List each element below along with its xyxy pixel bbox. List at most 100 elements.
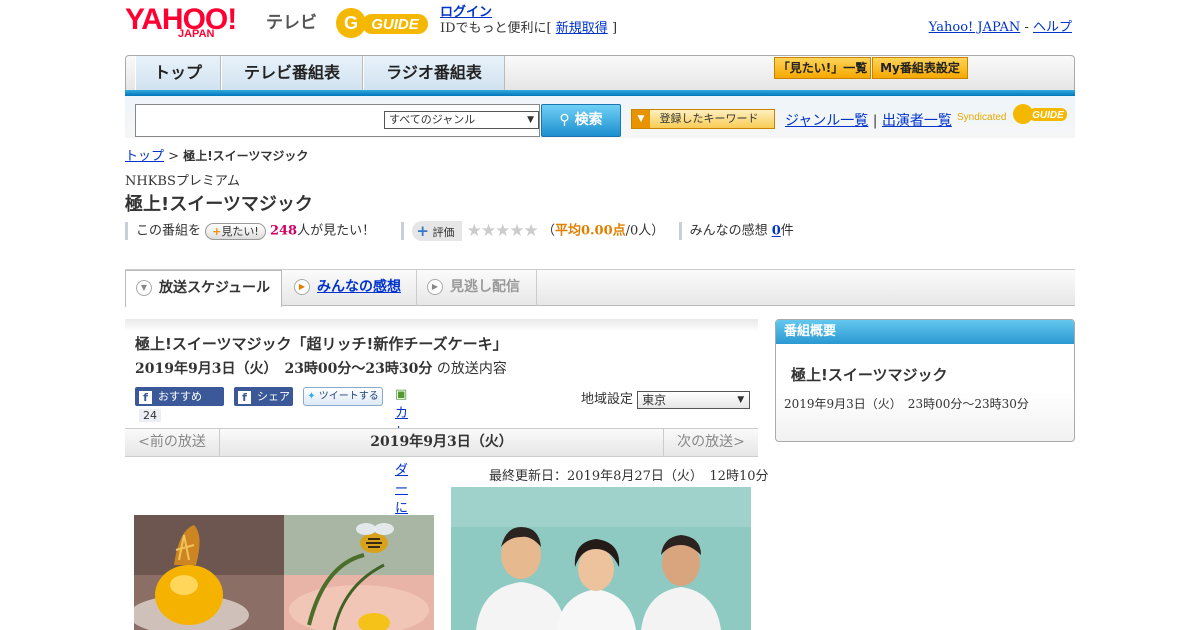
next-broadcast-button[interactable]: 次の放送> xyxy=(663,429,758,456)
facebook-share-label: シェア xyxy=(257,390,290,403)
station-name: NHKBSプレミアム xyxy=(125,174,240,189)
facebook-count: 24 xyxy=(139,409,161,422)
nav-tab-tv-schedule[interactable]: テレビ番組表 xyxy=(221,56,363,92)
top-links-separator: - xyxy=(1024,20,1029,35)
yahoo-japan-logo-sub: JAPAN xyxy=(178,28,215,40)
plus-icon: + xyxy=(416,222,429,240)
prev-broadcast-button[interactable]: <前の放送 xyxy=(125,429,220,456)
impressions-count-link[interactable]: 0 xyxy=(772,224,781,239)
links-divider: | xyxy=(872,113,878,129)
region-value: 東京 xyxy=(642,392,667,407)
tab-impressions-link[interactable]: みんなの感想 xyxy=(317,279,401,295)
login-promo-text: IDでもっと便利に[ xyxy=(440,21,552,36)
facebook-icon: f xyxy=(139,391,152,404)
episode-datetime-suffix: の放送内容 xyxy=(436,361,507,377)
my-schedule-settings-button[interactable]: My番組表設定 xyxy=(872,57,968,79)
hosts-photo xyxy=(451,487,751,630)
broadcast-date: 2019年9月3日（火） xyxy=(370,434,513,450)
search-icon: ⚲ xyxy=(559,112,570,128)
tab-schedule-label: 放送スケジュール xyxy=(159,280,271,296)
genre-list-link[interactable]: ジャンル一覧 xyxy=(785,113,868,129)
region-label: 地域設定 xyxy=(581,392,634,407)
syndicated-label: Syndicated xyxy=(957,112,1007,123)
last-updated: 最終更新日：2019年8月27日（火） 12時10分 xyxy=(489,469,769,484)
signup-link[interactable]: 新規取得 xyxy=(556,21,608,36)
summary-header: 番組概要 xyxy=(776,320,1074,344)
program-summary-box: 番組概要 極上!スイーツマジック 2019年9月3日（火） 23時00分～23時… xyxy=(775,319,1075,442)
help-link[interactable]: ヘルプ xyxy=(1033,20,1072,35)
svg-text:GUIDE: GUIDE xyxy=(1032,110,1064,121)
tab-schedule[interactable]: ▼ 放送スケジュール xyxy=(125,270,282,307)
play-icon: ▶ xyxy=(294,279,310,295)
dropdown-triangle-icon: ▼ xyxy=(632,110,650,128)
chevron-down-icon: ▼ xyxy=(527,115,534,125)
plus-icon: + xyxy=(212,224,222,238)
region-setting: 地域設定 東京 ▼ xyxy=(581,388,751,409)
episode-datetime-row: 2019年9月3日（火） 23時00分～23時30分 の放送内容 xyxy=(135,358,507,378)
tv-logo-label[interactable]: テレビ xyxy=(266,8,317,33)
tweet-label: ツイートする xyxy=(318,391,379,402)
mitai-list-button[interactable]: 「見たい!」一覧 xyxy=(774,57,871,79)
svg-text:G: G xyxy=(344,13,358,33)
tweet-button[interactable]: ✦ ツイートする xyxy=(303,387,383,406)
region-select[interactable]: 東京 ▼ xyxy=(637,390,751,409)
nav-tab-radio-schedule[interactable]: ラジオ番組表 xyxy=(363,56,505,92)
impressions-suffix: 件 xyxy=(780,223,794,239)
mitai-suffix: 人が見たい！ xyxy=(297,223,376,239)
summary-time: 2019年9月3日（火） 23時00分～23時30分 xyxy=(784,397,1029,411)
breadcrumb-separator: > xyxy=(168,149,180,164)
breadcrumb: トップ > 極上!スイーツマジック xyxy=(125,145,308,164)
gguide-text: GUIDE xyxy=(371,16,420,33)
chevron-down-icon: ▼ xyxy=(737,394,745,405)
rate-button[interactable]: + 評価 xyxy=(412,221,463,241)
sweets-photo xyxy=(134,515,434,630)
nav-tab-top[interactable]: トップ xyxy=(135,56,221,92)
facebook-recommend-button[interactable]: f おすすめ 24 xyxy=(135,387,224,422)
genre-select-value: すべてのジャンル xyxy=(389,113,476,126)
facebook-recommend-label: おすすめ xyxy=(158,390,202,403)
summary-title: 極上!スイーツマジック xyxy=(791,366,948,384)
calendar-plus-icon: ▣ xyxy=(395,387,408,402)
episode-title: 極上!スイーツマジック「超リッチ!新作チーズケーキ」 xyxy=(135,335,508,353)
search-links: ジャンル一覧 | 出演者一覧 xyxy=(785,110,952,130)
registered-keyword-button[interactable]: ▼ 登録したキーワード xyxy=(631,109,775,129)
twitter-bird-icon: ✦ xyxy=(307,391,316,402)
gguide-logo: G GUIDE xyxy=(334,6,434,40)
average-count: /0人） xyxy=(625,223,665,239)
main-nav: トップ テレビ番組表 ラジオ番組表 「見たい!」一覧 My番組表設定 xyxy=(125,55,1075,92)
rate-button-label: 評価 xyxy=(432,226,455,239)
play-icon: ▶ xyxy=(427,279,443,295)
mitai-button-label: 見たい! xyxy=(221,224,259,238)
tab-impressions[interactable]: ▶ みんなの感想 xyxy=(282,270,417,306)
login-link[interactable]: ログイン xyxy=(440,5,492,20)
average-score: 平均0.00点 xyxy=(554,223,626,239)
this-program-label: この番組を xyxy=(136,223,202,239)
facebook-icon: f xyxy=(238,391,251,404)
program-subtabs: ▼ 放送スケジュール ▶ みんなの感想 ▶ 見逃し配信 xyxy=(125,270,1075,307)
yahoo-japan-link[interactable]: Yahoo! JAPAN xyxy=(929,20,1021,35)
episode-datetime: 2019年9月3日（火） 23時00分～23時30分 xyxy=(135,361,433,377)
tab-missed-stream[interactable]: ▶ 見逃し配信 xyxy=(417,270,537,306)
divider xyxy=(678,222,682,240)
login-bracket-close: ] xyxy=(611,21,618,36)
program-stats: この番組を +見たい! 248人が見たい！ + 評価 ★★★★★ （平均0.00… xyxy=(125,221,794,241)
genre-select[interactable]: すべてのジャンル ▼ xyxy=(384,111,539,129)
top-right-links: Yahoo! JAPAN - ヘルプ xyxy=(929,16,1072,35)
facebook-share-button[interactable]: f シェア xyxy=(234,387,293,406)
chevron-down-icon: ▼ xyxy=(136,280,152,296)
rating-stars[interactable]: ★★★★★ xyxy=(467,221,539,241)
impressions-label: みんなの感想 xyxy=(689,223,768,239)
cast-list-link[interactable]: 出演者一覧 xyxy=(882,113,952,129)
divider xyxy=(401,222,405,240)
page-title: 極上!スイーツマジック xyxy=(125,194,313,215)
mitai-button[interactable]: +見たい! xyxy=(205,222,266,240)
breadcrumb-current: 極上!スイーツマジック xyxy=(183,149,309,163)
login-box: ログイン IDでもっと便利に[ 新規取得 ] xyxy=(440,5,617,37)
search-button[interactable]: ⚲ 検索 xyxy=(541,104,621,137)
breadcrumb-top-link[interactable]: トップ xyxy=(125,149,164,164)
tab-missed-stream-label: 見逃し配信 xyxy=(450,279,520,295)
search-button-label: 検索 xyxy=(574,112,603,128)
syndicated-gguide-logo: GUIDE xyxy=(1012,103,1068,129)
registered-keyword-label: 登録したキーワード xyxy=(659,112,759,125)
mitai-count: 248 xyxy=(269,223,298,239)
